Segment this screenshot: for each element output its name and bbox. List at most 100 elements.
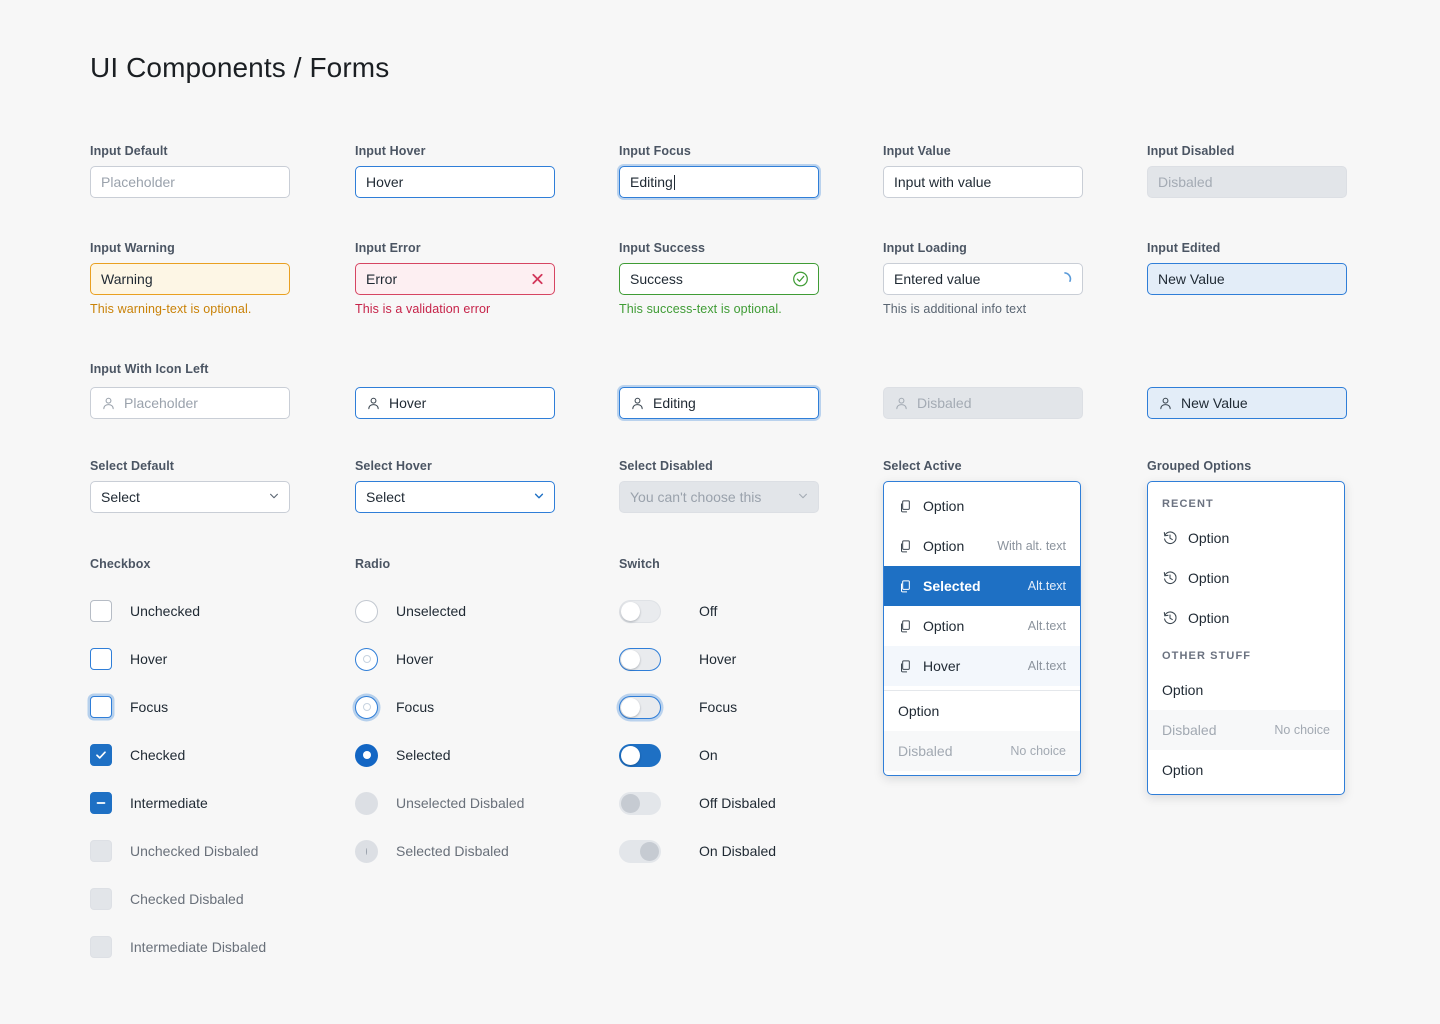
field-input-disabled: Input Disabled Disbaled xyxy=(1147,144,1347,198)
dropdown-option-2-label: Option xyxy=(923,538,965,554)
radio-row-unselected[interactable]: Unselected xyxy=(355,587,615,635)
checkbox-checked-disabled-icon xyxy=(90,888,112,910)
input-loading[interactable]: Entered value xyxy=(883,263,1083,295)
switch-focus-toggle[interactable] xyxy=(619,695,661,719)
dropdown-option-selected-label: Selected xyxy=(923,578,981,594)
switch-section: Switch Off Hover Focus On Off Disbaled O… xyxy=(619,557,879,875)
input-icon-hover[interactable]: Hover xyxy=(355,387,555,419)
input-edited-label: Input Edited xyxy=(1147,241,1221,255)
switch-on-toggle[interactable] xyxy=(619,743,661,767)
grouped-option-2-label: Option xyxy=(1188,570,1230,586)
switch-off-toggle[interactable] xyxy=(619,599,661,623)
field-grouped-options: Grouped Options RECENT Option Option Opt… xyxy=(1147,459,1345,795)
grouped-option-4[interactable]: Option xyxy=(1148,670,1344,710)
switch-row-off[interactable]: Off xyxy=(619,587,879,635)
select-default[interactable]: Select xyxy=(90,481,290,513)
switch-off-disabled-toggle xyxy=(619,791,661,815)
checkbox-intermediate-icon[interactable] xyxy=(90,792,112,814)
input-success[interactable]: Success xyxy=(619,263,819,295)
field-select-active: Select Active Option Option With alt. te… xyxy=(883,459,1081,776)
select-disabled-label: Select Disabled xyxy=(619,459,713,473)
select-hover[interactable]: Select xyxy=(355,481,555,513)
icon-inputs-label-wrap: Input With Icon Left xyxy=(90,362,209,384)
checkbox-unchecked-icon[interactable] xyxy=(90,600,112,622)
input-error[interactable]: Error xyxy=(355,263,555,295)
switch-row-on-disabled: On Disbaled xyxy=(619,827,879,875)
grouped-options-label: Grouped Options xyxy=(1147,459,1252,473)
grouped-option-3-label: Option xyxy=(1188,610,1230,626)
user-icon xyxy=(1158,396,1173,411)
input-warning-helper: This warning-text is optional. xyxy=(90,302,252,316)
switch-off-disabled-label: Off Disbaled xyxy=(699,795,776,811)
radio-selected-icon[interactable] xyxy=(355,743,378,767)
input-icon-edited[interactable]: New Value xyxy=(1147,387,1347,419)
switch-row-off-disabled: Off Disbaled xyxy=(619,779,879,827)
field-input-loading: Input Loading Entered value This is addi… xyxy=(883,241,1083,316)
switch-focus-label: Focus xyxy=(699,699,738,715)
input-hover-value: Hover xyxy=(366,174,404,190)
history-icon xyxy=(1162,530,1178,546)
radio-row-focus[interactable]: Focus xyxy=(355,683,615,731)
grouped-option-1[interactable]: Option xyxy=(1148,518,1344,558)
switch-hover-toggle[interactable] xyxy=(619,647,661,671)
dropdown-option-hover[interactable]: Hover Alt.text xyxy=(884,646,1080,686)
checkbox-focus-icon[interactable] xyxy=(90,696,112,718)
copy-icon xyxy=(898,539,913,554)
grouped-option-5[interactable]: Option xyxy=(1148,750,1344,790)
input-focus-value: Editing xyxy=(630,174,673,190)
dropdown-option-6[interactable]: Option xyxy=(884,691,1080,731)
input-focus[interactable]: Editing xyxy=(619,166,819,198)
checkbox-unchecked-disabled-icon xyxy=(90,840,112,862)
input-default[interactable]: Placeholder xyxy=(90,166,290,198)
input-warning-value: Warning xyxy=(101,271,153,287)
copy-icon xyxy=(898,499,913,514)
select-hover-label: Select Hover xyxy=(355,459,432,473)
input-icon-default[interactable]: Placeholder xyxy=(90,387,290,419)
grouped-options-dropdown[interactable]: RECENT Option Option Option OTHER STUFF … xyxy=(1147,481,1345,795)
switch-section-title: Switch xyxy=(619,557,660,571)
input-hover[interactable]: Hover xyxy=(355,166,555,198)
radio-row-unselected-disabled: Unselected Disbaled xyxy=(355,779,615,827)
input-value[interactable]: Input with value xyxy=(883,166,1083,198)
dropdown-option-disabled: Disbaled No choice xyxy=(884,731,1080,771)
field-input-success: Input Success Success This success-text … xyxy=(619,241,819,316)
checkbox-unchecked-disabled-label: Unchecked Disbaled xyxy=(130,843,259,859)
input-icon-default-placeholder: Placeholder xyxy=(124,395,198,411)
input-edited[interactable]: New Value xyxy=(1147,263,1347,295)
radio-hover-label: Hover xyxy=(396,651,434,667)
checkbox-row-checked[interactable]: Checked xyxy=(90,731,350,779)
dropdown-option-selected[interactable]: Selected Alt.text xyxy=(884,566,1080,606)
checkbox-unchecked-label: Unchecked xyxy=(130,603,201,619)
select-active-dropdown[interactable]: Option Option With alt. text Selected Al… xyxy=(883,481,1081,776)
checkbox-row-intermediate[interactable]: Intermediate xyxy=(90,779,350,827)
input-error-label: Input Error xyxy=(355,241,421,255)
dropdown-option-4[interactable]: Option Alt.text xyxy=(884,606,1080,646)
input-icon-focus[interactable]: Editing xyxy=(619,387,819,419)
checkbox-row-focus[interactable]: Focus xyxy=(90,683,350,731)
checkbox-hover-icon[interactable] xyxy=(90,648,112,670)
checkbox-row-hover[interactable]: Hover xyxy=(90,635,350,683)
radio-row-selected[interactable]: Selected xyxy=(355,731,615,779)
checkbox-row-unchecked[interactable]: Unchecked xyxy=(90,587,350,635)
radio-focus-icon[interactable] xyxy=(355,695,378,719)
switch-row-on[interactable]: On xyxy=(619,731,879,779)
checkbox-focus-label: Focus xyxy=(130,699,169,715)
switch-row-focus[interactable]: Focus xyxy=(619,683,879,731)
radio-unselected-disabled-label: Unselected Disbaled xyxy=(396,795,525,811)
grouped-option-5-label: Option xyxy=(1162,762,1204,778)
grouped-option-3[interactable]: Option xyxy=(1148,598,1344,638)
close-icon[interactable] xyxy=(530,272,545,287)
radio-unselected-icon[interactable] xyxy=(355,599,378,623)
input-disabled-value: Disbaled xyxy=(1158,174,1213,190)
user-icon xyxy=(630,396,645,411)
input-warning[interactable]: Warning xyxy=(90,263,290,295)
radio-focus-label: Focus xyxy=(396,699,435,715)
dropdown-option-1[interactable]: Option xyxy=(884,486,1080,526)
grouped-option-2[interactable]: Option xyxy=(1148,558,1344,598)
switch-row-hover[interactable]: Hover xyxy=(619,635,879,683)
dropdown-option-4-alt: Alt.text xyxy=(1027,619,1066,633)
radio-row-hover[interactable]: Hover xyxy=(355,635,615,683)
checkbox-checked-icon[interactable] xyxy=(90,744,112,766)
dropdown-option-2[interactable]: Option With alt. text xyxy=(884,526,1080,566)
radio-hover-icon[interactable] xyxy=(355,647,378,671)
